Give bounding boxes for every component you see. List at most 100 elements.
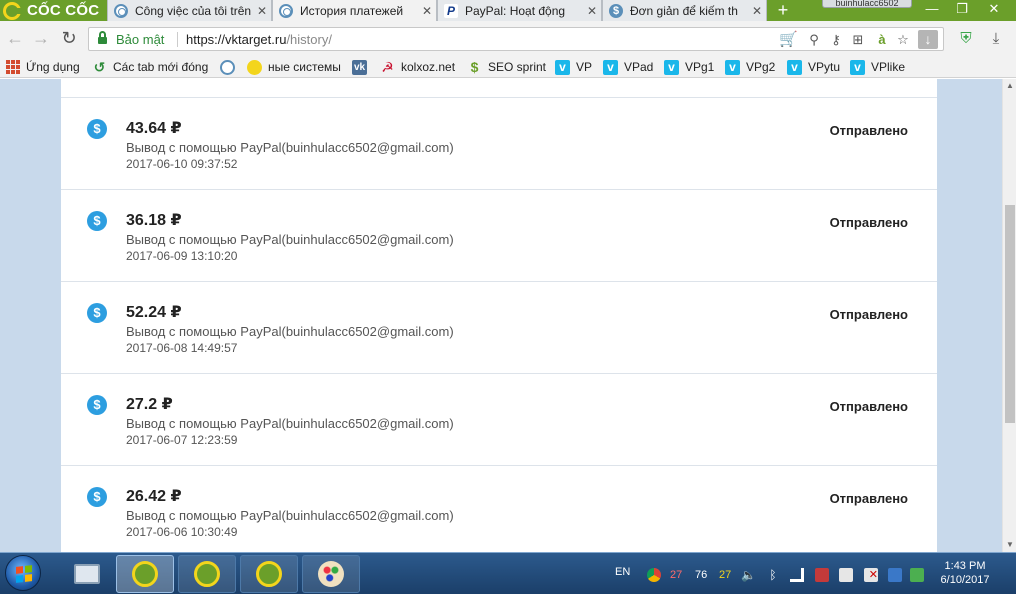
tab-strip: CỐC CỐC Công việc của tôi trên ✕ История… — [0, 0, 1016, 21]
payment-description: Вывод с помощью PayPal(buinhulacc6502@gm… — [126, 140, 454, 155]
task-computer[interactable] — [64, 555, 110, 593]
chrome-icon[interactable] — [647, 568, 661, 582]
vimeo-icon: v — [850, 59, 865, 75]
bookmark-vpg2[interactable]: v VPg2 — [725, 59, 775, 75]
tab-title: PayPal: Hoạt động — [465, 3, 566, 18]
coccoc-typing-icon[interactable]: à — [873, 31, 891, 49]
shield-icon[interactable]: ⛨ — [956, 29, 976, 49]
translate-icon[interactable]: ⊞ — [849, 31, 867, 49]
close-icon[interactable]: ✕ — [583, 4, 601, 18]
payment-status: Отправлено — [829, 491, 908, 506]
scroll-down-icon[interactable]: ▼ — [1003, 538, 1016, 552]
bookmark-label: VP — [576, 60, 593, 74]
shopping-cart-icon[interactable]: 🛒 — [779, 31, 798, 49]
payment-description: Вывод с помощью PayPal(buinhulacc6502@gm… — [126, 324, 454, 339]
scrollbar-thumb[interactable] — [1005, 205, 1015, 423]
payment-date: 2017-06-07 12:23:59 — [126, 433, 238, 447]
tab-paypal[interactable]: P PayPal: Hoạt động ✕ — [437, 0, 602, 21]
task-coccoc-1[interactable] — [116, 555, 174, 593]
brand[interactable]: CỐC CỐC — [0, 0, 106, 21]
seo-sprint-icon: $ — [470, 58, 479, 75]
star-icon[interactable]: ☆ — [894, 31, 912, 49]
payment-date: 2017-06-08 14:49:57 — [126, 341, 238, 355]
payment-status: Отправлено — [829, 123, 908, 138]
bookmark-vp[interactable]: v VP — [555, 59, 592, 75]
bookmark-vk[interactable]: vk — [352, 59, 373, 75]
task-coccoc-2[interactable] — [178, 555, 236, 593]
start-button[interactable] — [5, 555, 41, 591]
bookmark-vplike[interactable]: v VPlike — [850, 59, 905, 75]
volume-icon[interactable]: 🔈 — [741, 568, 756, 582]
bookmark-apps[interactable]: Ứng dụng — [6, 59, 80, 75]
scroll-up-icon[interactable]: ▲ — [1003, 79, 1016, 93]
bookmark-vpad[interactable]: v VPad — [603, 59, 653, 75]
page-content: $ 43.64 ₽ Вывод с помощью PayPal(buinhul… — [0, 79, 1002, 552]
bookmark-label: SEO sprint — [488, 60, 547, 74]
computer-icon — [74, 564, 100, 584]
profile-badge[interactable]: buinhulacc6502 — [822, 0, 912, 8]
clock[interactable]: 1:43 PM 6/10/2017 — [935, 559, 995, 587]
vimeo-icon: v — [555, 59, 570, 75]
bookmark-label: VPad — [624, 60, 654, 74]
tab-don-gian[interactable]: $ Đơn giản để kiếm th ✕ — [602, 0, 767, 21]
bookmark-kolxoz[interactable]: ☭ kolxoz.net — [380, 59, 455, 75]
close-icon[interactable]: ✕ — [418, 4, 436, 18]
bookmark-label: Ứng dụng — [26, 60, 80, 74]
clock-date: 6/10/2017 — [940, 574, 990, 586]
close-icon[interactable]: ✕ — [748, 4, 766, 18]
forward-icon[interactable]: → — [30, 28, 52, 50]
payment-amount: 27.2 ₽ — [126, 396, 173, 413]
zoom-icon[interactable]: ⚲ — [805, 31, 823, 49]
network-icon[interactable] — [790, 568, 804, 582]
reload-icon[interactable]: ↻ — [58, 28, 80, 50]
divider — [177, 32, 178, 47]
close-icon[interactable]: ✕ — [253, 4, 271, 18]
vertical-scrollbar[interactable]: ▲ ▼ — [1002, 79, 1016, 552]
payment-description: Вывод с помощью PayPal(buinhulacc6502@gm… — [126, 508, 454, 523]
payment-row: $ 27.2 ₽ Вывод с помощью PayPal(buinhula… — [61, 374, 937, 466]
download-arrow-icon[interactable]: ↓ — [918, 30, 938, 49]
url-text[interactable]: https://vktarget.ru/history/ — [186, 32, 332, 47]
tab-payment-history[interactable]: История платежей ✕ — [272, 0, 437, 21]
key-icon[interactable]: ⚷ — [827, 31, 845, 49]
flag-icon[interactable]: ✕ — [864, 568, 878, 582]
task-paint[interactable] — [302, 555, 360, 593]
dollar-icon: $ — [87, 487, 107, 507]
maximize-icon[interactable]: ❐ — [948, 0, 976, 20]
tab-title: История платежей — [300, 3, 404, 18]
minimize-icon[interactable]: — — [918, 0, 946, 20]
tray-green-icon[interactable] — [910, 568, 924, 582]
payment-description: Вывод с помощью PayPal(buinhulacc6502@gm… — [126, 416, 454, 431]
bookmark-vpg1[interactable]: v VPg1 — [664, 59, 714, 75]
payment-row: $ 36.18 ₽ Вывод с помощью PayPal(buinhul… — [61, 190, 937, 282]
address-bar[interactable]: Bảo mật https://vktarget.ru/history/ 🛒 ⚲… — [88, 27, 944, 51]
bluetooth-icon[interactable]: ᛒ — [766, 568, 780, 582]
bookmark-seo-sprint[interactable]: $ SEO sprint — [467, 59, 546, 75]
payment-status: Отправлено — [829, 215, 908, 230]
language-indicator[interactable]: EN — [615, 566, 630, 578]
download-icon[interactable]: ⤓ — [986, 29, 1006, 49]
tray-app-icon[interactable] — [815, 568, 829, 582]
clipboard-icon[interactable] — [839, 568, 853, 582]
ring-icon — [220, 59, 235, 75]
task-coccoc-3[interactable] — [240, 555, 298, 593]
bookmark-systems[interactable]: ные системы — [247, 59, 341, 75]
vimeo-icon: v — [603, 59, 618, 75]
payment-amount: 52.24 ₽ — [126, 304, 182, 321]
new-tab-button[interactable]: + — [772, 0, 794, 21]
tab-cong-viec[interactable]: Công việc của tôi trên ✕ — [107, 0, 272, 21]
tab-title: Công việc của tôi trên — [135, 3, 252, 18]
close-window-icon[interactable]: ✕ — [978, 0, 1010, 20]
bookmark-vpytu[interactable]: v VPytu — [787, 59, 840, 75]
bookmark-ring[interactable] — [220, 59, 241, 75]
bookmark-recent-tabs[interactable]: ↺ Các tab mới đóng — [92, 59, 209, 75]
e-app-icon[interactable] — [888, 568, 902, 582]
windows-logo-icon — [16, 565, 32, 583]
paint-palette-icon — [318, 561, 344, 587]
coccoc-icon — [194, 561, 220, 587]
payment-date: 2017-06-06 10:30:49 — [126, 525, 238, 539]
back-icon[interactable]: ← — [4, 28, 26, 50]
lock-icon — [98, 31, 107, 44]
ring-icon — [114, 3, 128, 18]
coccoc-icon — [132, 561, 158, 587]
